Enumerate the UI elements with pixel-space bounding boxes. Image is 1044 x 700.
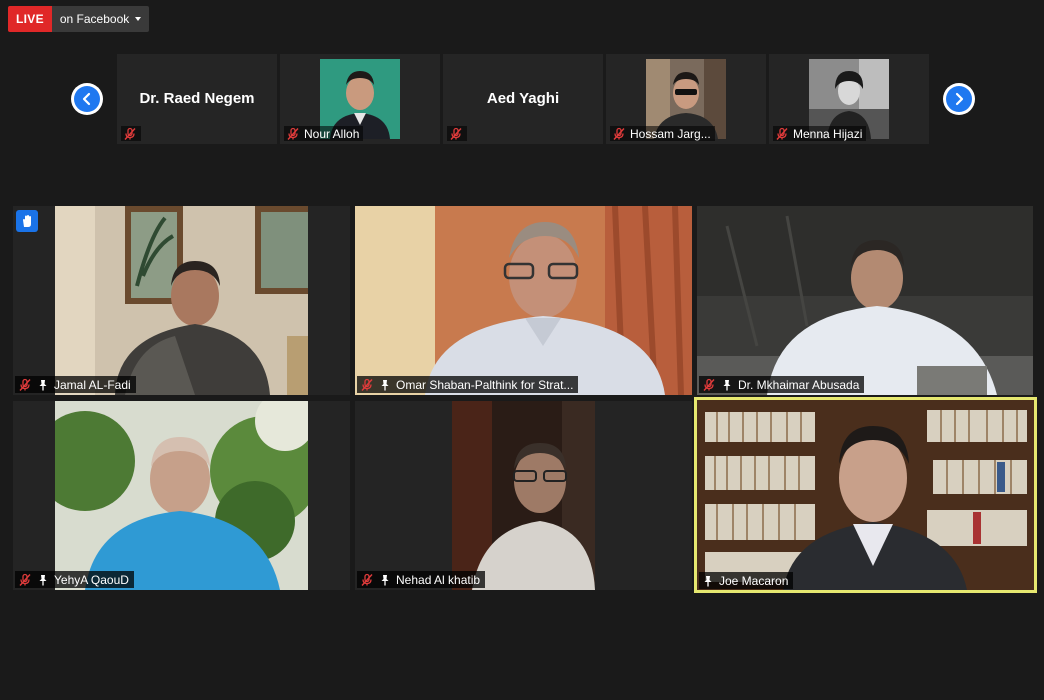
mic-muted-icon xyxy=(361,573,373,586)
chevron-right-icon xyxy=(946,86,972,112)
participant-name: Aed Yaghi xyxy=(486,90,560,107)
strip-participant[interactable]: Hossam Jarg... xyxy=(606,54,766,144)
live-destination-label: on Facebook xyxy=(59,12,130,26)
live-destination-dropdown[interactable]: on Facebook xyxy=(51,6,150,32)
strip-participant[interactable]: Nour Alloh xyxy=(280,54,440,144)
caret-down-icon xyxy=(135,17,142,21)
participant-label: Nehad Al khatib xyxy=(357,571,486,588)
pin-icon xyxy=(39,574,47,585)
strip-prev-button[interactable] xyxy=(71,83,103,115)
participant-name: Dr. Mkhaimar Abusada xyxy=(738,377,860,392)
mic-muted-icon xyxy=(287,127,299,140)
participant-video xyxy=(55,206,308,395)
participant-name: Hossam Jarg... xyxy=(630,126,711,141)
participant-label: Omar Shaban-Palthink for Strat... xyxy=(357,376,579,393)
participant-video xyxy=(452,401,595,590)
video-tile[interactable]: YehyA QaouD xyxy=(13,401,350,590)
pin-icon xyxy=(381,574,389,585)
video-tile[interactable]: Omar Shaban-Palthink for Strat... xyxy=(355,206,692,395)
pin-icon xyxy=(381,379,389,390)
strip-participant[interactable]: Aed Yaghi xyxy=(443,54,603,144)
participant-label: Dr. Mkhaimar Abusada xyxy=(699,376,865,393)
raised-hand-icon xyxy=(16,210,38,232)
participant-name: Dr. Raed Negem xyxy=(139,90,255,107)
mic-muted-icon xyxy=(776,127,788,140)
strip-participant[interactable]: Menna Hijazi xyxy=(769,54,929,144)
participant-label xyxy=(121,126,141,141)
participant-name: Joe Macaron xyxy=(719,573,789,588)
participant-name: Menna Hijazi xyxy=(793,126,863,141)
participant-video xyxy=(355,206,692,395)
mic-muted-icon xyxy=(703,378,715,391)
video-tile[interactable]: Nehad Al khatib xyxy=(355,401,692,590)
strip-participant[interactable]: Dr. Raed Negem xyxy=(117,54,277,144)
participant-label: Joe Macaron xyxy=(699,572,794,589)
pin-icon xyxy=(723,379,731,390)
participant-label: Menna Hijazi xyxy=(773,126,867,141)
live-stream-indicator[interactable]: LIVE on Facebook xyxy=(8,6,150,32)
participant-label xyxy=(447,126,467,141)
pin-icon xyxy=(704,575,712,586)
participant-video xyxy=(697,400,1034,590)
strip-next-button[interactable] xyxy=(943,83,975,115)
mic-muted-icon xyxy=(361,378,373,391)
video-tile[interactable]: Dr. Mkhaimar Abusada xyxy=(697,206,1033,395)
participant-name: Omar Shaban-Palthink for Strat... xyxy=(396,377,574,392)
participant-name: Nehad Al khatib xyxy=(396,572,481,587)
chevron-left-icon xyxy=(74,86,100,112)
mic-muted-icon xyxy=(19,378,31,391)
participant-name: YehyA QaouD xyxy=(54,572,129,587)
participant-video xyxy=(55,401,308,590)
mic-muted-icon xyxy=(450,127,462,140)
video-tile[interactable]: Jamal AL-Fadi xyxy=(13,206,350,395)
mic-muted-icon xyxy=(124,127,136,140)
mic-muted-icon xyxy=(19,573,31,586)
participant-label: Hossam Jarg... xyxy=(610,126,715,141)
participant-name: Nour Alloh xyxy=(304,126,360,141)
pin-icon xyxy=(39,379,47,390)
participant-label: Jamal AL-Fadi xyxy=(15,376,136,393)
video-tile-active-speaker[interactable]: Joe Macaron xyxy=(694,397,1037,593)
live-badge: LIVE xyxy=(8,6,52,32)
participant-label: YehyA QaouD xyxy=(15,571,134,588)
mic-muted-icon xyxy=(613,127,625,140)
participant-label: Nour Alloh xyxy=(284,126,364,141)
participant-video xyxy=(697,206,1033,395)
participant-name: Jamal AL-Fadi xyxy=(54,377,131,392)
